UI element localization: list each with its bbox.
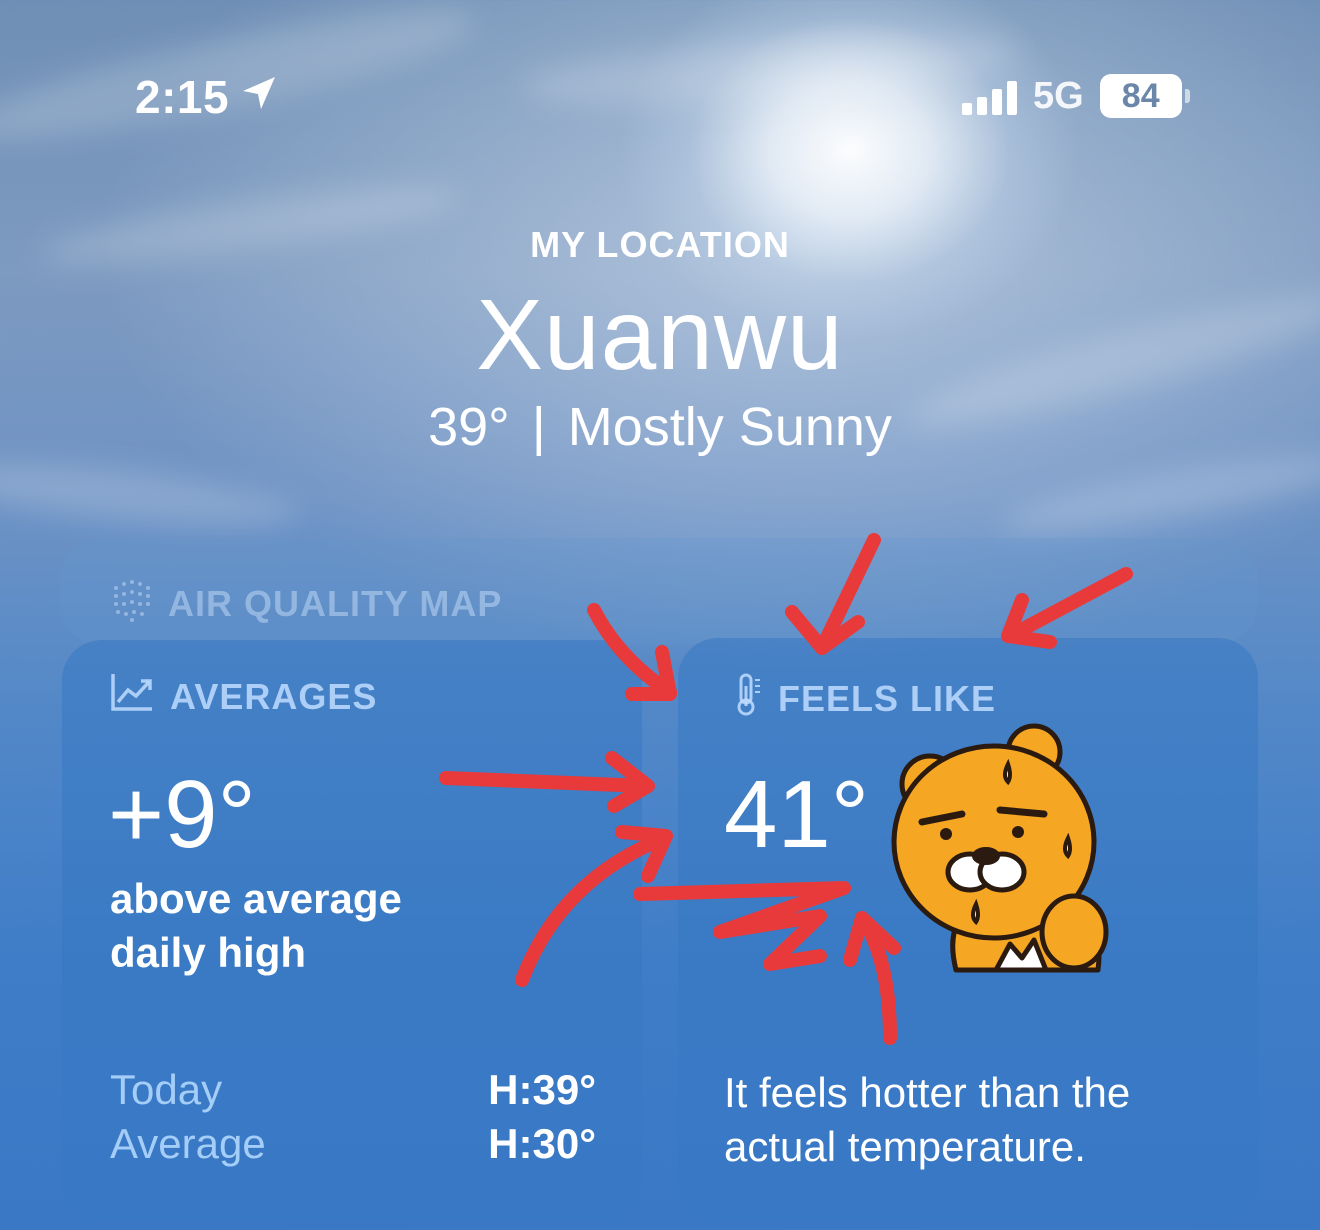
thermometer-icon: [732, 672, 762, 725]
averages-label: AVERAGES: [170, 675, 378, 717]
network-type: 5G: [1033, 74, 1084, 117]
current-conditions: 39° | Mostly Sunny: [0, 396, 1320, 458]
air-quality-map-label: AIR QUALITY MAP: [168, 582, 503, 624]
today-label: Today: [110, 1066, 223, 1113]
status-time-text: 2:15: [135, 71, 230, 123]
feels-like-header: FEELS LIKE: [732, 672, 996, 725]
status-time: 2:15: [135, 70, 279, 124]
battery-level: 84: [1099, 74, 1182, 118]
sweating-bear-sticker: [884, 722, 1124, 987]
city-name: Xuanwu: [476, 279, 844, 391]
average-label: Average: [110, 1120, 266, 1167]
location-arrow-icon: [239, 70, 279, 124]
averages-header: AVERAGES: [110, 672, 377, 721]
feels-like-description-line1: It feels hotter than the: [724, 1069, 1131, 1116]
cellular-signal-icon: [962, 77, 1017, 115]
line-chart-icon: [110, 672, 154, 721]
conditions-separator: |: [531, 397, 546, 457]
battery-icon: 84: [1099, 74, 1190, 118]
today-high: H:39°: [488, 1066, 596, 1113]
average-high: H:30°: [488, 1120, 596, 1167]
current-temperature: 39°: [428, 397, 510, 457]
averages-caption-line1: above average: [110, 875, 402, 922]
feels-like-label: FEELS LIKE: [778, 677, 997, 719]
condition-text: Mostly Sunny: [567, 397, 892, 457]
feels-like-description-line2: actual temperature.: [724, 1123, 1086, 1170]
averages-caption-line2: daily high: [110, 929, 307, 976]
location-label: MY LOCATION: [530, 224, 790, 265]
air-quality-map-header[interactable]: AIR QUALITY MAP: [108, 576, 502, 631]
dot-grid-icon: [108, 576, 154, 631]
averages-value: +9°: [108, 761, 256, 868]
feels-like-value: 41°: [724, 761, 870, 868]
status-indicators: 5G 84: [962, 74, 1190, 118]
